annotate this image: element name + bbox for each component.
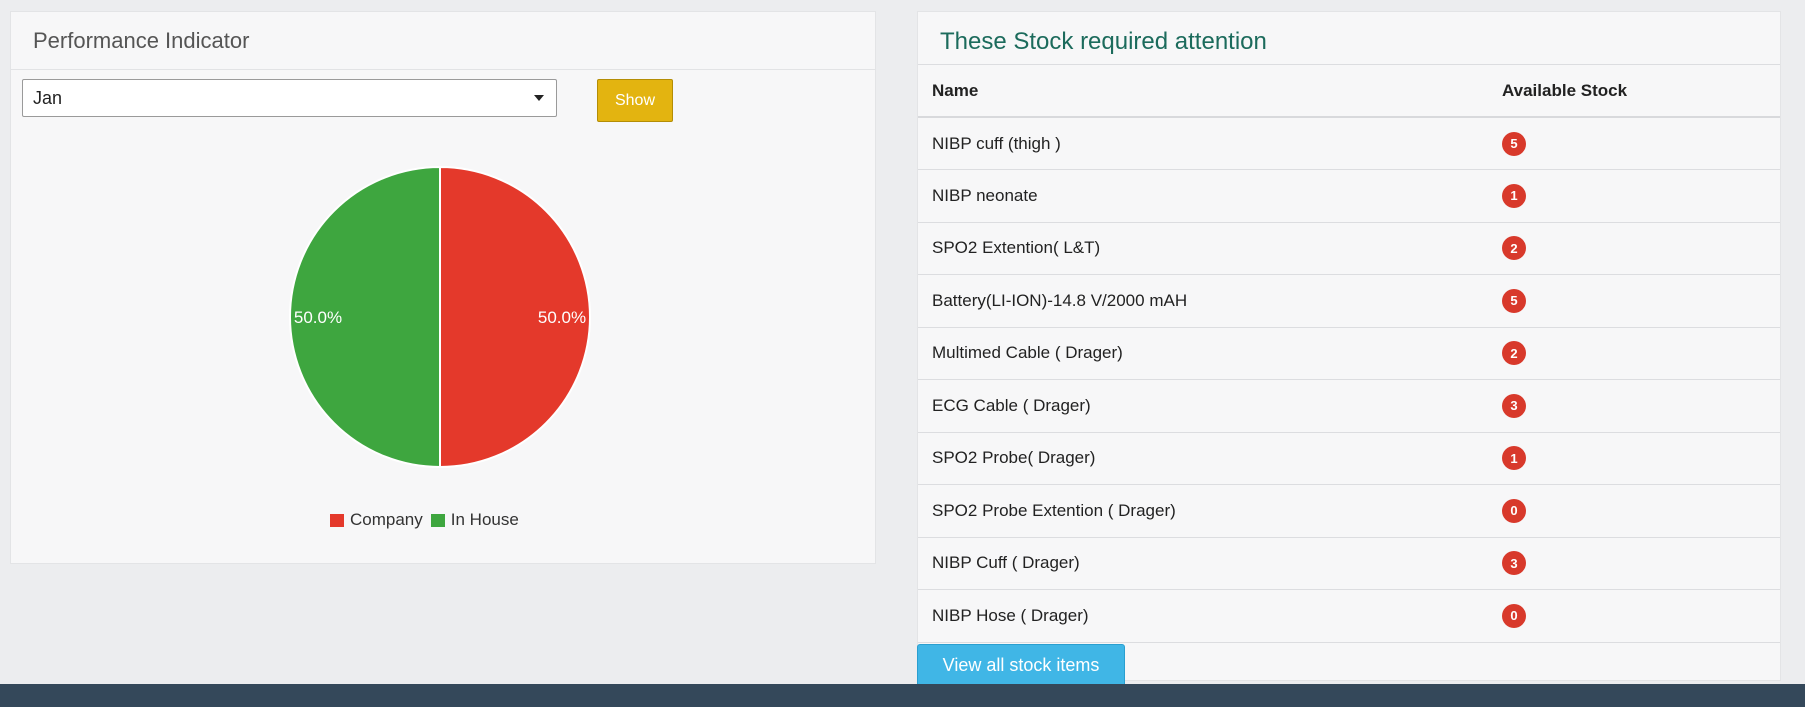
chevron-down-icon	[534, 95, 544, 101]
stock-item-name: SPO2 Probe Extention ( Drager)	[918, 484, 1480, 538]
stock-item-name: Multimed Cable ( Drager)	[918, 327, 1480, 380]
stock-panel-title: These Stock required attention	[918, 12, 1780, 65]
performance-pie-chart: 50.0% 50.0%	[289, 165, 591, 469]
table-row: ECG Cable ( Drager) 3	[918, 379, 1780, 433]
stock-item-name: NIBP Cuff ( Drager)	[918, 537, 1480, 590]
stock-item-name: NIBP Hose ( Drager)	[918, 589, 1480, 643]
table-row: SPO2 Extention( L&T) 2	[918, 222, 1780, 275]
stock-table: Name Available Stock NIBP cuff (thigh ) 5…	[918, 65, 1780, 643]
stock-count-badge: 3	[1502, 551, 1526, 576]
table-row: Multimed Cable ( Drager) 2	[918, 327, 1780, 380]
stock-item-count-cell: 1	[1480, 432, 1780, 485]
view-all-stock-button[interactable]: View all stock items	[917, 644, 1125, 686]
stock-count-badge: 3	[1502, 393, 1526, 418]
table-row: SPO2 Probe Extention ( Drager) 0	[918, 484, 1780, 538]
table-row: NIBP cuff (thigh ) 5	[918, 117, 1780, 170]
month-select[interactable]: Jan	[22, 79, 557, 117]
pie-legend: Company In House	[330, 510, 519, 530]
month-select-value: Jan	[33, 87, 63, 108]
stock-count-badge: 1	[1502, 446, 1526, 471]
table-row: NIBP neonate 1	[918, 169, 1780, 223]
show-button[interactable]: Show	[597, 79, 673, 122]
stock-item-name: NIBP cuff (thigh )	[918, 117, 1480, 170]
stock-item-count-cell: 1	[1480, 169, 1780, 223]
stock-item-name: SPO2 Probe( Drager)	[918, 432, 1480, 485]
legend-label-company: Company	[350, 510, 423, 529]
legend-label-in-house: In House	[450, 510, 519, 529]
stock-panel: These Stock required attention Name Avai…	[917, 11, 1781, 681]
stock-count-badge: 1	[1502, 183, 1526, 208]
stock-item-count-cell: 2	[1480, 222, 1780, 275]
pie-label-company: 50.0%	[538, 308, 586, 327]
stock-item-count-cell: 3	[1480, 537, 1780, 590]
stock-item-name: NIBP neonate	[918, 169, 1480, 223]
stock-item-count-cell: 0	[1480, 589, 1780, 643]
table-row: NIBP Cuff ( Drager) 3	[918, 537, 1780, 590]
stock-item-name: SPO2 Extention( L&T)	[918, 222, 1480, 275]
footer-bar	[0, 684, 1805, 707]
stock-count-badge: 0	[1502, 603, 1526, 628]
stock-count-badge: 0	[1502, 498, 1526, 523]
legend-item-in-house: In House	[430, 510, 519, 530]
stock-table-header: Name Available Stock	[918, 65, 1780, 118]
stock-item-name: ECG Cable ( Drager)	[918, 379, 1480, 433]
pie-label-in-house: 50.0%	[294, 308, 342, 327]
table-row: SPO2 Probe( Drager) 1	[918, 432, 1780, 485]
stock-count-badge: 5	[1502, 288, 1526, 313]
stock-count-badge: 2	[1502, 236, 1526, 261]
stock-item-count-cell: 5	[1480, 117, 1780, 170]
legend-swatch-company	[330, 513, 344, 527]
stock-item-name: Battery(LI-ION)-14.8 V/2000 mAH	[918, 274, 1480, 328]
legend-swatch-in-house	[430, 513, 445, 527]
stock-item-count-cell: 3	[1480, 379, 1780, 433]
column-header-available-stock: Available Stock	[1480, 65, 1780, 118]
stock-count-badge: 2	[1502, 341, 1526, 366]
legend-item-company: Company	[330, 510, 423, 530]
stock-item-count-cell: 0	[1480, 484, 1780, 538]
table-row: NIBP Hose ( Drager) 0	[918, 589, 1780, 643]
table-row: Battery(LI-ION)-14.8 V/2000 mAH 5	[918, 274, 1780, 328]
stock-count-badge: 5	[1502, 131, 1526, 156]
performance-title: Performance Indicator	[11, 12, 875, 70]
column-header-name: Name	[918, 65, 1480, 118]
stock-item-count-cell: 2	[1480, 327, 1780, 380]
stock-item-count-cell: 5	[1480, 274, 1780, 328]
